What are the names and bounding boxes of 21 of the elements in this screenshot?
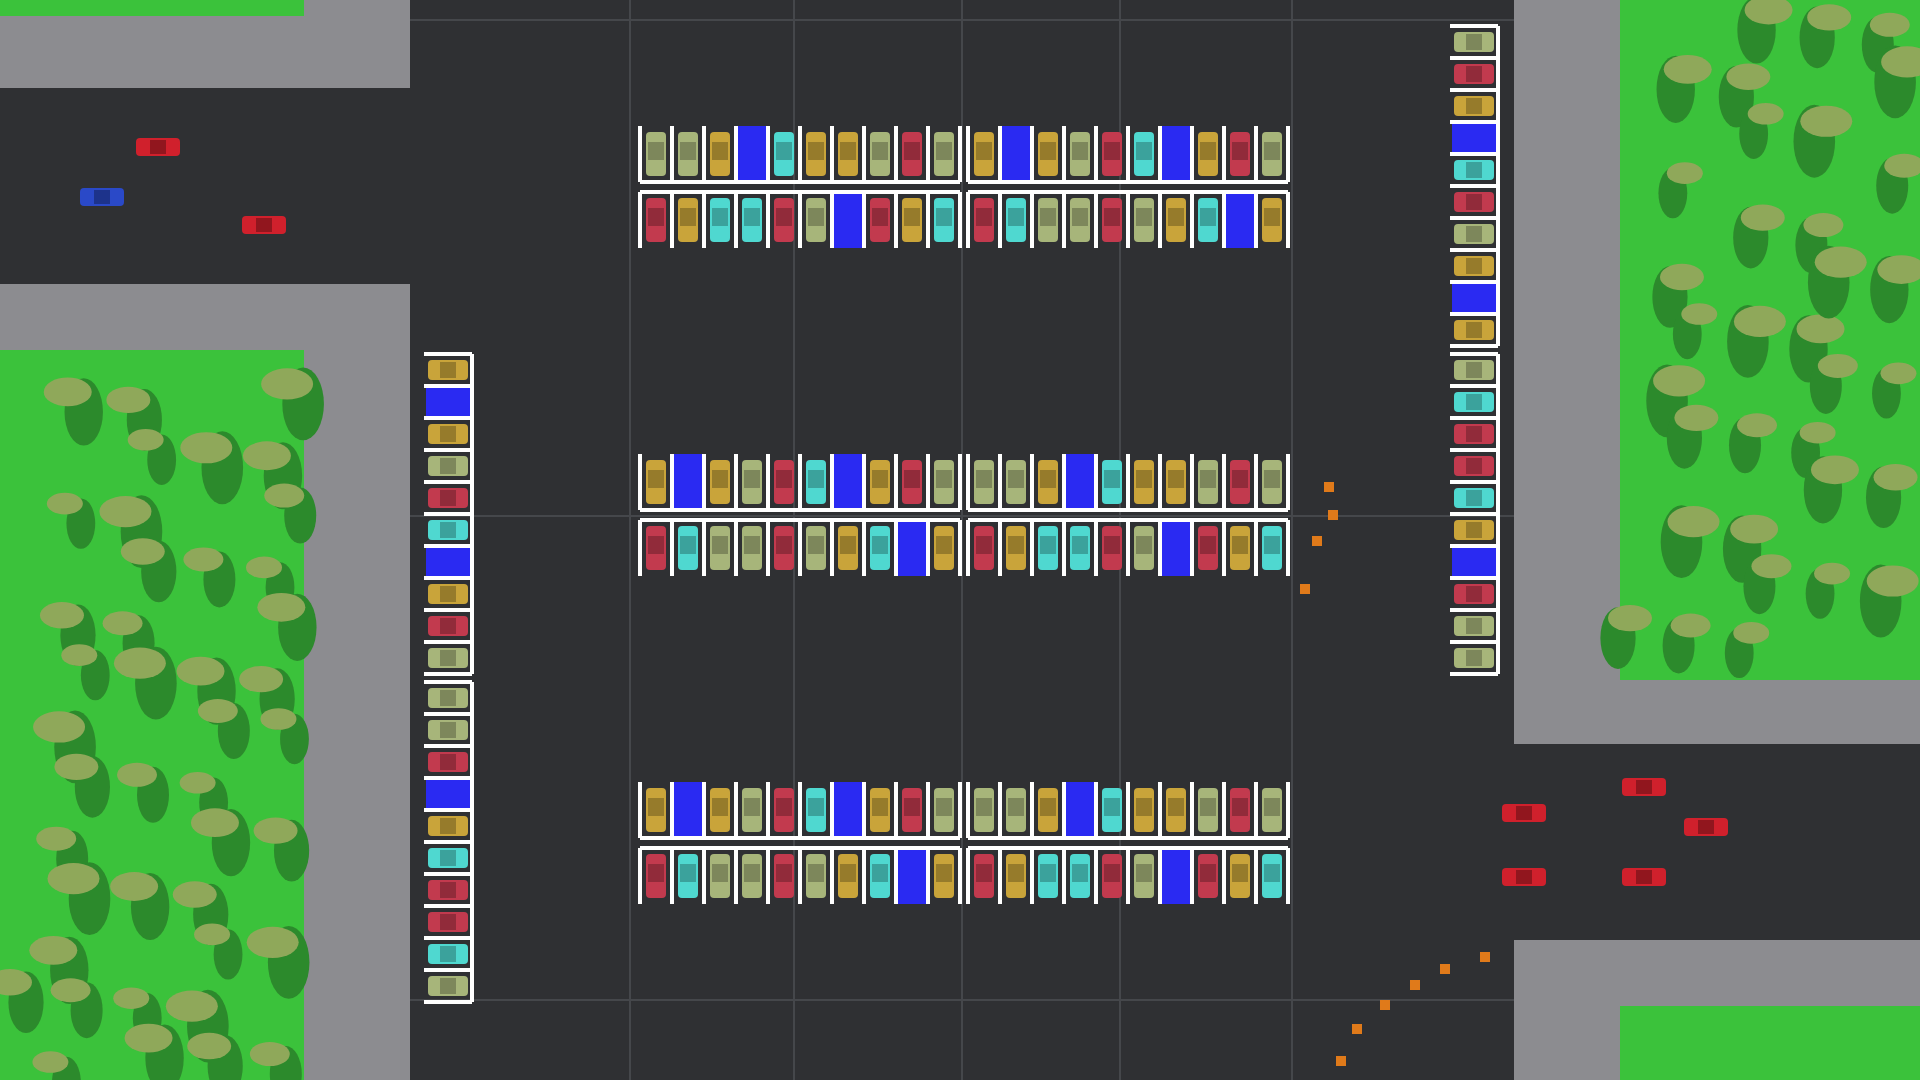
empty-parking-space xyxy=(1002,126,1030,182)
empty-parking-space xyxy=(834,782,862,838)
empty-parking-space xyxy=(1452,284,1496,312)
empty-parking-space xyxy=(1162,848,1190,904)
empty-parking-space xyxy=(674,454,702,510)
empty-parking-space xyxy=(1452,124,1496,152)
empty-parking-space xyxy=(426,388,470,416)
empty-parking-space xyxy=(1066,454,1094,510)
empty-parking-space xyxy=(834,454,862,510)
empty-parking-space xyxy=(426,780,470,808)
empty-parking-space xyxy=(738,126,766,182)
empty-parking-space xyxy=(834,192,862,248)
empty-parking-space xyxy=(426,548,470,576)
empty-parking-space xyxy=(674,782,702,838)
empty-parking-space xyxy=(898,848,926,904)
empty-parking-space xyxy=(1452,548,1496,576)
empty-parking-space xyxy=(898,520,926,576)
empty-parking-space xyxy=(1162,126,1190,182)
empty-parking-space xyxy=(1066,782,1094,838)
empty-parking-space xyxy=(1226,192,1254,248)
empty-parking-space xyxy=(1162,520,1190,576)
